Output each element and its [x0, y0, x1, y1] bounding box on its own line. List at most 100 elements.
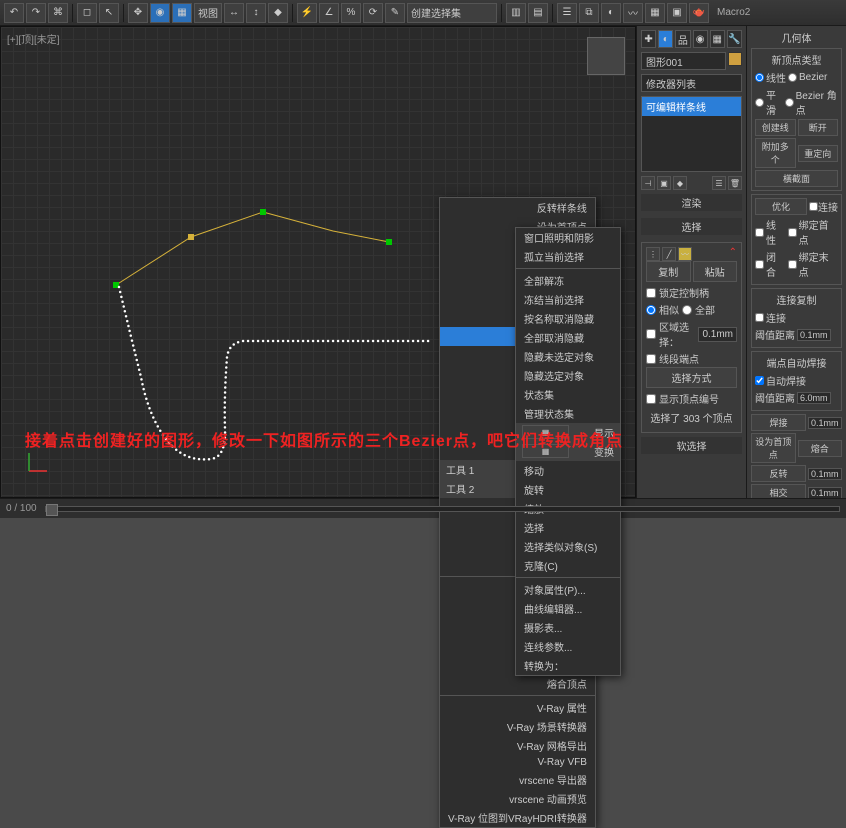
- opt-bindfirst-check[interactable]: [788, 228, 797, 237]
- modifier-stack[interactable]: 可编辑样条线: [641, 96, 742, 172]
- ctx-lightshadow[interactable]: 窗口照明和阴影: [516, 228, 620, 247]
- trash-icon[interactable]: 🗑: [728, 176, 742, 190]
- unique-icon[interactable]: ◆: [673, 176, 687, 190]
- ctx-unhideall[interactable]: 全部取消隐藏: [516, 328, 620, 347]
- edit-icon[interactable]: ✎: [385, 3, 405, 23]
- mirror-icon[interactable]: ▥: [506, 3, 526, 23]
- modifier-dropdown[interactable]: 修改器列表: [641, 74, 742, 92]
- createline-button[interactable]: 创建线: [755, 119, 796, 136]
- render-icon[interactable]: 🫖: [689, 3, 709, 23]
- ctx-move[interactable]: 移动: [516, 461, 620, 480]
- snap-icon[interactable]: ⚡: [297, 3, 317, 23]
- smooth-radio[interactable]: [755, 98, 764, 107]
- conn-check[interactable]: [755, 313, 764, 322]
- ctx-reverse[interactable]: 反转样条线: [440, 198, 595, 217]
- render-rollout[interactable]: 渲染: [641, 194, 742, 211]
- ctx-unfreezeall[interactable]: 全部解冻: [516, 271, 620, 290]
- viewmode-dropdown[interactable]: 视图: [194, 3, 222, 23]
- ctx-vray5[interactable]: vrscene 动画预览: [440, 789, 595, 808]
- ctx-stateset[interactable]: 状态集: [516, 385, 620, 404]
- viewport[interactable]: [+][顶][未定] 反转样条线 设为首顶点 拆分 绑定 取消绑定 Bezier…: [0, 26, 636, 498]
- autoweld-input[interactable]: 6.0mm: [797, 392, 831, 404]
- weld-input[interactable]: 0.1mm: [808, 417, 842, 429]
- seg-end-check[interactable]: [646, 354, 656, 364]
- opt-bindlast-check[interactable]: [788, 260, 797, 269]
- rotate-icon[interactable]: ◉: [150, 3, 170, 23]
- spinner-snap-icon[interactable]: ⟳: [363, 3, 383, 23]
- copy-button[interactable]: 复制: [646, 261, 691, 282]
- align-icon[interactable]: ▤: [528, 3, 548, 23]
- reverse-input[interactable]: 0.1mm: [808, 468, 842, 480]
- ctx-vray4[interactable]: vrscene 导出器: [440, 770, 595, 789]
- ctx-vray0[interactable]: V-Ray 属性: [440, 698, 595, 717]
- material-icon[interactable]: ◐: [601, 3, 621, 23]
- undo-icon[interactable]: ↶: [4, 3, 24, 23]
- show-nums-check[interactable]: [646, 394, 656, 404]
- time-slider[interactable]: [45, 506, 840, 512]
- ctx-vray1[interactable]: V-Ray 场景转换器: [440, 717, 595, 736]
- object-color[interactable]: [728, 52, 742, 66]
- viewcube[interactable]: [587, 37, 625, 75]
- break-button[interactable]: 断开: [798, 119, 839, 136]
- select-rollout[interactable]: 选择: [641, 218, 742, 235]
- weld-button[interactable]: 焊接: [751, 414, 806, 431]
- attachmulti-button[interactable]: 附加多个: [755, 138, 796, 168]
- cross-button[interactable]: 橫截面: [755, 170, 838, 187]
- layer-icon[interactable]: ☰: [557, 3, 577, 23]
- ctx-mgstateset[interactable]: 管理状态集: [516, 404, 620, 423]
- select-icon[interactable]: ◻: [77, 3, 97, 23]
- sel-method-button[interactable]: 选择方式: [646, 367, 737, 388]
- ctx-rotate[interactable]: 旋转: [516, 480, 620, 499]
- ctx-vray2[interactable]: V-Ray 网格导出: [440, 736, 595, 755]
- bezcorner-radio[interactable]: [785, 98, 794, 107]
- scale-icon[interactable]: ▦: [172, 3, 192, 23]
- ctx-vray6[interactable]: V-Ray 位图到VRayHDRI转换器: [440, 808, 595, 827]
- axis-z-icon[interactable]: ◆: [268, 3, 288, 23]
- lock-similar-radio[interactable]: [646, 305, 656, 315]
- ctx-select[interactable]: 选择: [516, 518, 620, 537]
- create-tab[interactable]: ✚: [641, 30, 656, 48]
- softsel-rollout[interactable]: 软选择: [641, 437, 742, 454]
- curve-icon[interactable]: 〰: [623, 3, 643, 23]
- ctx-wireparam[interactable]: 连线参数...: [516, 637, 620, 656]
- move-icon[interactable]: ✥: [128, 3, 148, 23]
- object-name[interactable]: 图形001: [641, 52, 726, 70]
- ctx-curveed[interactable]: 曲线编辑器...: [516, 599, 620, 618]
- ctx-freeze[interactable]: 冻结当前选择: [516, 290, 620, 309]
- ctx-vray3[interactable]: V-Ray VFB: [440, 755, 595, 770]
- axis-x-icon[interactable]: ↔: [224, 3, 244, 23]
- link-icon[interactable]: ⌘: [48, 3, 68, 23]
- opt-connect-check[interactable]: [809, 202, 818, 211]
- ctx-hidesel[interactable]: 隐藏选定对象: [516, 366, 620, 385]
- render-setup-icon[interactable]: ▦: [645, 3, 665, 23]
- motion-tab[interactable]: ◉: [693, 30, 708, 48]
- ctx-clone[interactable]: 克隆(C): [516, 556, 620, 575]
- vertex-sub-icon[interactable]: ⋮: [646, 247, 660, 261]
- reverse-button[interactable]: 反转: [751, 465, 806, 482]
- bezier-radio[interactable]: [788, 73, 797, 82]
- hier-tab[interactable]: 品: [675, 30, 690, 48]
- segment-sub-icon[interactable]: ╱: [662, 247, 676, 261]
- modifier-item[interactable]: 可编辑样条线: [642, 97, 741, 116]
- ctx-selectsim[interactable]: 选择类似对象(S): [516, 537, 620, 556]
- config-icon[interactable]: ☰: [712, 176, 726, 190]
- cross2-button[interactable]: 相交: [751, 484, 806, 498]
- percent-snap-icon[interactable]: %: [341, 3, 361, 23]
- ctx-unhidebyname[interactable]: 按名称取消隐藏: [516, 309, 620, 328]
- pin-icon[interactable]: ⊣: [641, 176, 655, 190]
- opt-linear-check[interactable]: [755, 228, 764, 237]
- spline-sub-icon[interactable]: 〰: [678, 247, 692, 261]
- cross2-input[interactable]: 0.1mm: [808, 487, 842, 499]
- ctx-hideunsel[interactable]: 隐藏未选定对象: [516, 347, 620, 366]
- linear-radio[interactable]: [755, 73, 764, 82]
- lock-handles-check[interactable]: [646, 288, 656, 298]
- show-icon[interactable]: ▣: [657, 176, 671, 190]
- opt-close-check[interactable]: [755, 260, 764, 269]
- display-tab[interactable]: ▦: [710, 30, 725, 48]
- util-tab[interactable]: 🔧: [727, 30, 742, 48]
- ctx-props[interactable]: 对象属性(P)...: [516, 580, 620, 599]
- ctx-dopesheet[interactable]: 摄影表...: [516, 618, 620, 637]
- optimize-button[interactable]: 优化: [755, 198, 807, 215]
- modify-tab[interactable]: ◐: [658, 30, 673, 48]
- render-frame-icon[interactable]: ▣: [667, 3, 687, 23]
